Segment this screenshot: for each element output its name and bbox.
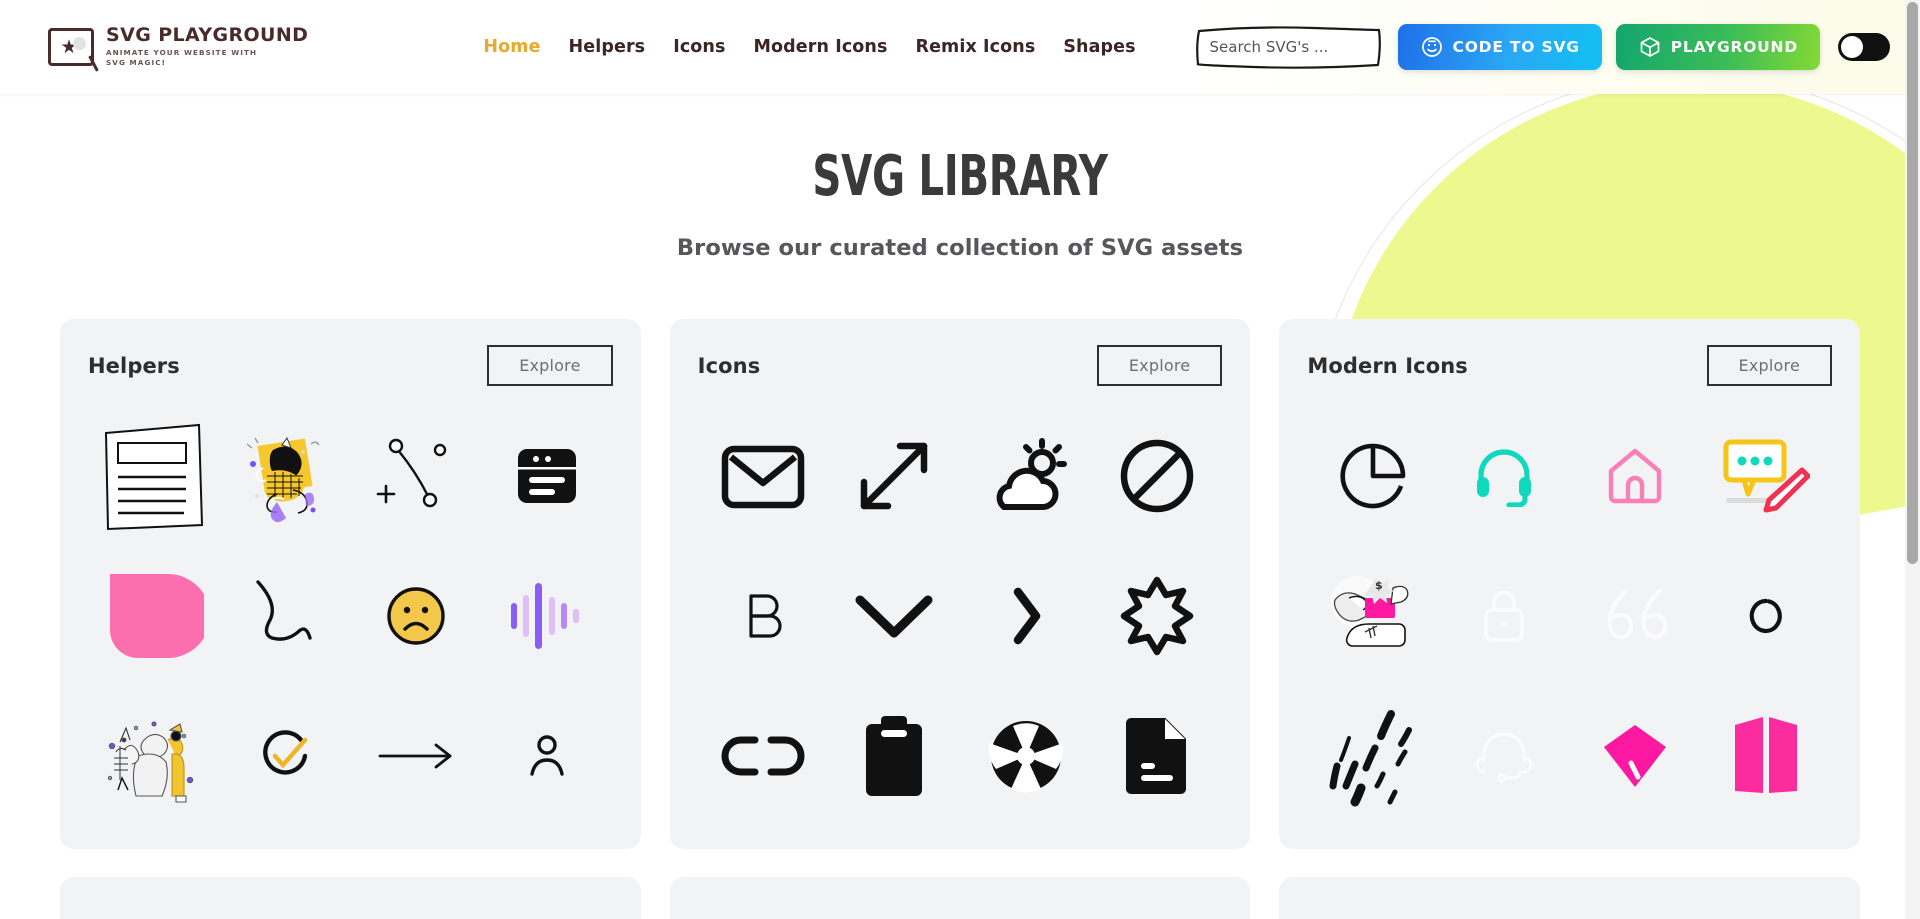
- browser-window-icon[interactable]: [491, 420, 603, 532]
- mail-envelope-icon[interactable]: [707, 420, 819, 532]
- pink-blob-icon[interactable]: [98, 560, 210, 672]
- card-stub[interactable]: [60, 877, 641, 919]
- explore-button-modern-icons[interactable]: Explore: [1706, 345, 1832, 386]
- page-title: SVG LIBRARY: [812, 144, 1108, 209]
- logo-dot: [73, 37, 86, 50]
- card-header: Icons Explore: [698, 345, 1223, 386]
- icon-grid-helpers: [88, 420, 613, 812]
- card-stub[interactable]: [669, 877, 1251, 919]
- clipboard-icon[interactable]: [838, 700, 950, 812]
- audio-waveform-icon[interactable]: [491, 560, 603, 672]
- next-cards-row: [60, 877, 1860, 919]
- brand-tagline: ANIMATE YOUR WEBSITE WITH SVG MAGIC!: [106, 48, 258, 67]
- category-cards-grid: Helpers Explore Icons Explore Modern Ico…: [60, 319, 1860, 849]
- nav-item-modern-icons[interactable]: Modern Icons: [754, 37, 888, 57]
- card-stub[interactable]: [1279, 877, 1860, 919]
- card-title-modern-icons: Modern Icons: [1307, 353, 1468, 378]
- chevron-right-icon[interactable]: [970, 560, 1082, 672]
- bold-b-icon[interactable]: [707, 560, 819, 672]
- ban-icon[interactable]: [1101, 420, 1213, 532]
- star-board-icon: ★: [48, 28, 99, 72]
- search-box[interactable]: [1193, 24, 1384, 70]
- brand-title: SVG PLAYGROUND: [106, 24, 309, 47]
- nav-item-helpers[interactable]: Helpers: [569, 37, 646, 57]
- nav-item-icons[interactable]: Icons: [673, 37, 725, 57]
- toggle-knob: [1841, 36, 1863, 58]
- icon-grid-modern-icons: $: [1307, 420, 1832, 812]
- asterisk-icon[interactable]: [1101, 560, 1213, 672]
- chevron-down-icon[interactable]: [838, 560, 950, 672]
- logo-cursor: [88, 55, 99, 72]
- card-modern-icons: Modern Icons Explore $: [1279, 319, 1860, 849]
- card-icons: Icons Explore: [669, 319, 1251, 849]
- headset-outline-icon[interactable]: [1448, 700, 1560, 812]
- svg-text:$: $: [1375, 579, 1383, 592]
- header-actions: CODE TO SVG PLAYGROUND: [1193, 24, 1890, 70]
- circle-outline-icon[interactable]: [1710, 560, 1822, 672]
- lock-icon[interactable]: [1448, 560, 1560, 672]
- radiation-icon[interactable]: [970, 700, 1082, 812]
- cube-icon: [1640, 37, 1660, 57]
- home-icon[interactable]: [1579, 420, 1691, 532]
- site-header: ★ SVG PLAYGROUND ANIMATE YOUR WEBSITE WI…: [0, 0, 1920, 94]
- payment-illustration-icon[interactable]: $: [1317, 560, 1429, 672]
- broken-link-icon[interactable]: [707, 700, 819, 812]
- celebration-illustration-icon[interactable]: [98, 700, 210, 812]
- curvy-line-icon[interactable]: [229, 560, 341, 672]
- quote-marks-icon[interactable]: [1579, 560, 1691, 672]
- pie-chart-icon[interactable]: [1317, 420, 1429, 532]
- nav-item-shapes[interactable]: Shapes: [1063, 37, 1135, 57]
- card-header: Helpers Explore: [88, 345, 613, 386]
- person-icon[interactable]: [491, 700, 603, 812]
- document-file-icon[interactable]: [1101, 700, 1213, 812]
- card-title-icons: Icons: [697, 353, 761, 378]
- page-root: ★ SVG PLAYGROUND ANIMATE YOUR WEBSITE WI…: [0, 0, 1920, 919]
- right-arrow-icon[interactable]: [360, 700, 472, 812]
- explore-button-icons[interactable]: Explore: [1096, 345, 1223, 386]
- code-to-svg-button[interactable]: CODE TO SVG: [1397, 24, 1602, 70]
- playground-label: PLAYGROUND: [1670, 38, 1798, 56]
- connected-nodes-icon[interactable]: [360, 420, 472, 532]
- headset-icon[interactable]: [1448, 420, 1560, 532]
- dark-mode-toggle[interactable]: [1838, 33, 1890, 61]
- icon-grid-icons: [698, 420, 1223, 812]
- main-navigation: Home Helpers Icons Modern Icons Remix Ic…: [483, 37, 1135, 57]
- code-to-svg-label: CODE TO SVG: [1452, 38, 1580, 56]
- diamond-icon[interactable]: [1579, 700, 1691, 812]
- diagonal-resize-icon[interactable]: [838, 420, 950, 532]
- lined-document-icon[interactable]: [98, 420, 210, 532]
- smiley-face-icon: [1421, 37, 1442, 57]
- brand-text: SVG PLAYGROUND ANIMATE YOUR WEBSITE WITH…: [106, 24, 309, 67]
- card-helpers: Helpers Explore: [60, 319, 641, 849]
- nav-item-home[interactable]: Home: [483, 37, 540, 57]
- nav-item-remix-icons[interactable]: Remix Icons: [916, 37, 1036, 57]
- sad-face-icon[interactable]: [360, 560, 472, 672]
- page-subtitle: Browse our curated collection of SVG ass…: [676, 235, 1244, 261]
- playground-button[interactable]: PLAYGROUND: [1615, 24, 1820, 70]
- cloud-sun-icon[interactable]: [970, 420, 1082, 532]
- brand-logo[interactable]: ★ SVG PLAYGROUND ANIMATE YOUR WEBSITE WI…: [48, 24, 309, 72]
- card-title-helpers: Helpers: [88, 353, 180, 378]
- explore-button-helpers[interactable]: Explore: [487, 345, 613, 386]
- chat-pencil-icon[interactable]: [1710, 420, 1822, 532]
- page-scrollbar-thumb[interactable]: [1907, 2, 1918, 564]
- rain-strokes-icon[interactable]: [1317, 700, 1429, 812]
- search-input[interactable]: [1193, 24, 1384, 70]
- woman-illustration-icon[interactable]: [229, 420, 341, 532]
- hero-section: SVG LIBRARY Browse our curated collectio…: [0, 94, 1920, 262]
- card-header: Modern Icons Explore: [1307, 345, 1832, 386]
- check-circle-icon[interactable]: [229, 700, 341, 812]
- map-book-icon[interactable]: [1710, 700, 1822, 812]
